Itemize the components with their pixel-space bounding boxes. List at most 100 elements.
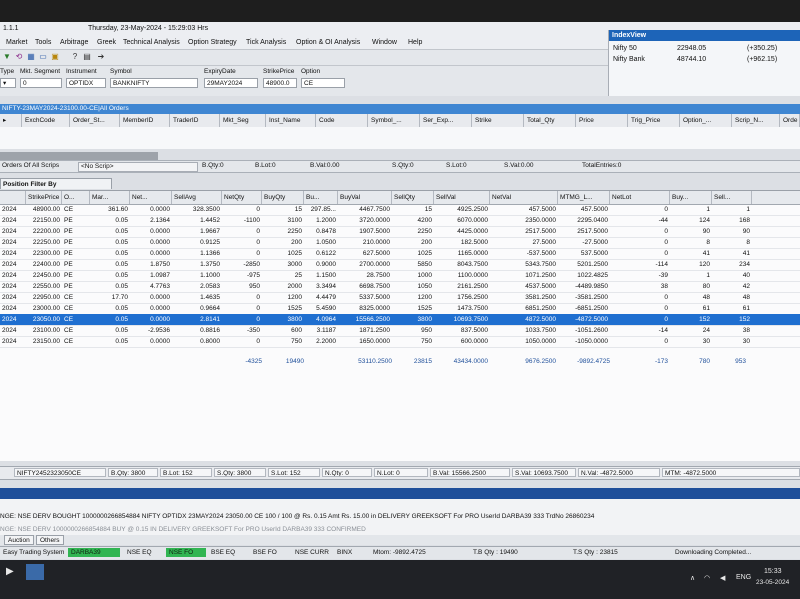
order-col-expand[interactable]: ▸ xyxy=(0,114,22,127)
instrument-select[interactable]: OPTIDX xyxy=(66,78,106,88)
position-col-header[interactable]: NetVal xyxy=(490,191,558,204)
position-col-header[interactable]: SellAvg xyxy=(172,191,222,204)
type-select[interactable]: ▾ xyxy=(0,78,16,88)
position-cell: 8043.7500 xyxy=(457,261,488,268)
mkt-segment-select[interactable]: 0 xyxy=(20,78,62,88)
position-cell: 1871.2500 xyxy=(359,327,390,334)
order-col-header[interactable]: Symbol_... xyxy=(368,114,420,127)
menu-window[interactable]: Window xyxy=(372,39,397,46)
tab-others[interactable]: Others xyxy=(36,535,64,545)
strike-select[interactable]: 48900.0 xyxy=(263,78,297,88)
chart-icon[interactable]: ▦ xyxy=(26,52,36,62)
status-download: Downloading Completed... xyxy=(675,549,752,556)
position-col-header[interactable]: BuyVal xyxy=(338,191,392,204)
position-col-header[interactable]: NetQty xyxy=(222,191,262,204)
menu-option-strategy[interactable]: Option Strategy xyxy=(188,39,237,46)
app-taskbar-icon[interactable] xyxy=(26,564,44,580)
position-cell: 2024 xyxy=(2,261,17,268)
window-icon[interactable]: ▭ xyxy=(38,52,48,62)
order-scrollbar[interactable] xyxy=(0,152,158,160)
tab-auction[interactable]: Auction xyxy=(4,535,34,545)
position-cell: 457.5000 xyxy=(528,206,556,213)
position-grid: StrikePrice O... Mar... Net... SellAvg NetQty… xyxy=(0,190,800,461)
position-row[interactable]: 2024 23150.00 CE 0.05 0.0000 0.8000 0 750 2.2000… xyxy=(0,336,800,348)
position-col-header[interactable]: Buy... xyxy=(670,191,712,204)
position-col-header[interactable]: StrikePrice xyxy=(26,191,62,204)
position-cell: 0.0000 xyxy=(150,228,170,235)
menu-help[interactable]: Help xyxy=(408,39,422,46)
order-col-header[interactable]: Mkt_Seg xyxy=(220,114,266,127)
position-col-header[interactable]: MTMG_L... xyxy=(558,191,610,204)
menu-option-oi-analysis[interactable]: Option & OI Analysis xyxy=(296,39,360,46)
filter-icon[interactable]: ▼ xyxy=(2,52,12,62)
clock-date[interactable]: 23-05-2024 xyxy=(756,579,789,586)
order-col-header[interactable]: Orde xyxy=(780,114,800,127)
position-cell: 152 xyxy=(739,316,750,323)
arrow-icon[interactable]: ➔ xyxy=(96,52,106,62)
trade-message: NGE: NSE DERV BOUGHT 1000000266854884 NI… xyxy=(0,513,595,520)
menu-tick-analysis[interactable]: Tick Analysis xyxy=(246,39,286,46)
position-cell: 42 xyxy=(742,283,750,290)
position-col-header[interactable]: SellQty xyxy=(392,191,434,204)
order-col-header[interactable]: Order_St... xyxy=(70,114,120,127)
position-filter-tab[interactable]: Position Filter By (Periodicity,Daily) xyxy=(0,178,112,199)
position-cell: 2.2000 xyxy=(316,338,336,345)
position-col-header[interactable]: Net... xyxy=(130,191,172,204)
position-col-header[interactable] xyxy=(0,191,26,204)
order-col-header[interactable]: TraderID xyxy=(170,114,220,127)
position-col-header[interactable]: O... xyxy=(62,191,90,204)
expiry-select[interactable]: 29MAY2024 xyxy=(204,78,258,88)
order-col-header[interactable]: Trig_Price xyxy=(628,114,680,127)
order-col-header[interactable]: Scrip_N... xyxy=(732,114,780,127)
speaker-icon[interactable]: ◀ xyxy=(720,574,725,582)
order-col-header[interactable]: Ser_Exp... xyxy=(420,114,472,127)
menu-tools[interactable]: Tools xyxy=(35,39,51,46)
order-table-body[interactable] xyxy=(0,127,800,149)
lock-icon[interactable]: ▣ xyxy=(50,52,60,62)
order-col-header[interactable]: Option_... xyxy=(680,114,732,127)
clock-time[interactable]: 15:33 xyxy=(764,568,782,575)
help-icon[interactable]: ? xyxy=(70,52,80,62)
menu-market[interactable]: Market xyxy=(6,39,27,46)
position-col-header[interactable]: Mar... xyxy=(90,191,130,204)
total-buyqty: 19490 xyxy=(285,358,304,365)
order-col-header[interactable]: Strike xyxy=(472,114,524,127)
menu-greek[interactable]: Greek xyxy=(97,39,116,46)
start-icon[interactable]: ▶ xyxy=(6,566,14,577)
position-cell: -3581.2500 xyxy=(575,294,608,301)
order-col-header[interactable]: Total_Qty xyxy=(524,114,576,127)
position-cell: 0.05 xyxy=(115,261,128,268)
scrip-filter-box[interactable]: <No Scrip> xyxy=(78,162,198,172)
symbol-select[interactable]: BANKNIFTY xyxy=(110,78,198,88)
position-cell: 1.4635 xyxy=(200,294,220,301)
tray-arrow-icon[interactable]: ∧ xyxy=(690,574,695,582)
position-col-header[interactable]: Sell... xyxy=(712,191,752,204)
order-col-header[interactable]: Inst_Name xyxy=(266,114,316,127)
position-col-header[interactable]: NetLot xyxy=(610,191,670,204)
position-cell: 2024 xyxy=(2,305,17,312)
order-col-header[interactable]: MemberID xyxy=(120,114,170,127)
position-col-header[interactable]: Bu... xyxy=(304,191,338,204)
menu-technical-analysis[interactable]: Technical Analysis xyxy=(123,39,180,46)
menu-arbitrage[interactable]: Arbitrage xyxy=(60,39,88,46)
option-select[interactable]: CE xyxy=(301,78,345,88)
grid-icon[interactable]: ▤ xyxy=(82,52,92,62)
refresh-icon[interactable]: ⟲ xyxy=(14,52,24,62)
position-cell: 3581.2500 xyxy=(525,294,556,301)
language-indicator[interactable]: ENG xyxy=(736,574,751,581)
order-col-header[interactable]: Code xyxy=(316,114,368,127)
position-cell: 22200.00 xyxy=(32,228,60,235)
index-row-nifty50[interactable]: Nifty 50 22948.05 (+350.25) xyxy=(609,44,800,54)
position-col-header[interactable]: BuyQty xyxy=(262,191,304,204)
order-col-header[interactable]: Price xyxy=(576,114,628,127)
option-label: Option xyxy=(301,68,321,75)
index-row-niftybank[interactable]: Nifty Bank 48744.10 (+962.15) xyxy=(609,55,800,65)
position-cell: -1050.0000 xyxy=(575,338,608,345)
position-col-header[interactable]: SellVal xyxy=(434,191,490,204)
position-cell: -2850 xyxy=(243,261,260,268)
position-cell: 2517.5000 xyxy=(525,228,556,235)
wifi-icon[interactable]: ◠ xyxy=(704,574,710,582)
order-col-header[interactable]: ExchCode xyxy=(22,114,70,127)
position-cell: PE xyxy=(64,283,73,290)
position-cell: 0 xyxy=(664,294,668,301)
